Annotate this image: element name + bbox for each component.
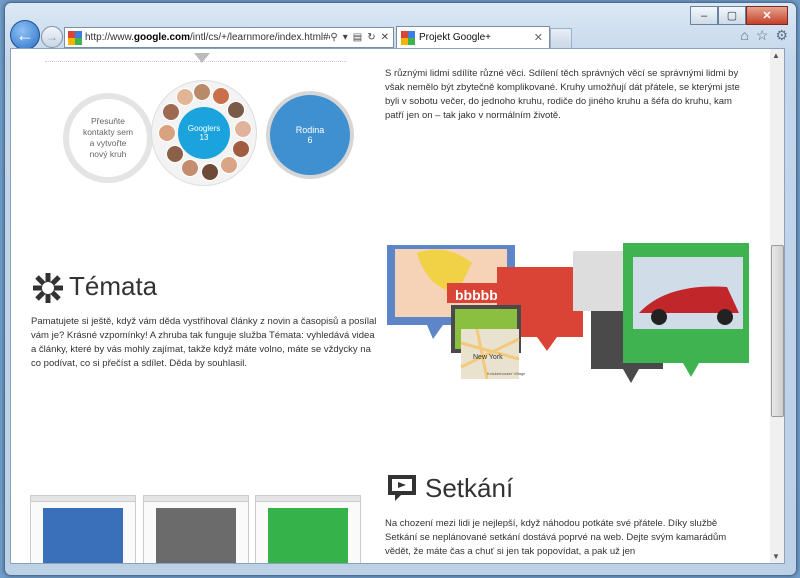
- hangout-icon: [388, 475, 416, 501]
- caption-buttons: – ▢ ✕: [690, 6, 788, 25]
- avatar: [166, 145, 184, 163]
- forward-icon: →: [46, 30, 58, 44]
- sparks-icon: [33, 273, 63, 303]
- tab-close-icon[interactable]: ✕: [534, 31, 543, 44]
- setkani-title: Setkání: [425, 473, 514, 503]
- tab-projekt-google-plus[interactable]: Projekt Google+ ✕: [396, 26, 550, 48]
- circle-name: Rodina: [295, 125, 325, 135]
- avatar: [234, 120, 252, 138]
- arrow-down-icon: [194, 53, 210, 63]
- forward-button[interactable]: →: [41, 26, 63, 48]
- page-viewport: Přesuňte kontakty sem a vytvořte nový kr…: [10, 48, 772, 564]
- rodina-circle[interactable]: Rodina 6: [266, 91, 354, 179]
- tab-title: Projekt Google+: [419, 32, 491, 43]
- avatar: [232, 140, 250, 158]
- avatar: [227, 101, 245, 119]
- favorites-icon[interactable]: ☆: [756, 27, 769, 44]
- refresh-icon[interactable]: ↻: [367, 32, 375, 43]
- address-url[interactable]: http://www.google.com/intl/cs/+/learnmor…: [85, 32, 330, 43]
- avatar: [158, 124, 176, 142]
- home-icon[interactable]: ⌂: [740, 27, 748, 44]
- new-tab-button[interactable]: [550, 28, 572, 48]
- thumbnail-toolbar: [144, 496, 248, 502]
- address-tools: ⚲ ▾ ▤ ↻ ✕: [330, 32, 393, 43]
- vertical-scrollbar[interactable]: ▲ ▼: [770, 48, 785, 564]
- comic-text: bbbbb: [455, 287, 498, 303]
- avatar: [201, 163, 219, 181]
- avatar: [176, 88, 194, 106]
- new-circle-label: Přesuňte kontakty sem a vytvořte nový kr…: [82, 116, 134, 159]
- hangout-video-thumbnail[interactable]: [143, 495, 249, 563]
- gear-icon[interactable]: ⚙: [775, 27, 788, 44]
- hangout-video-thumbnail[interactable]: [255, 495, 361, 563]
- video-person-image: [268, 508, 348, 563]
- google-favicon-icon: [401, 30, 415, 45]
- avatar: [220, 156, 238, 174]
- circle-name: Googlers: [187, 124, 221, 133]
- stop-icon[interactable]: ✕: [381, 32, 389, 43]
- sparks-collage: bbbbb New York Knickerbocker Village: [387, 243, 749, 383]
- avatar: [162, 103, 180, 121]
- hangout-video-thumbnail[interactable]: [30, 495, 136, 563]
- maximize-button[interactable]: ▢: [718, 6, 746, 25]
- map-small-label: Knickerbocker Village: [487, 371, 526, 376]
- temata-description: Pamatujete si ještě, když vám děda vystř…: [31, 316, 377, 369]
- address-bar[interactable]: http://www.google.com/intl/cs/+/learnmor…: [64, 27, 394, 48]
- thumbnail-toolbar: [31, 496, 135, 502]
- search-icon[interactable]: ⚲: [330, 32, 337, 43]
- map-label: New York: [473, 354, 503, 361]
- new-circle-dropzone[interactable]: Přesuňte kontakty sem a vytvořte nový kr…: [63, 93, 153, 183]
- temata-title: Témata: [69, 271, 158, 301]
- google-favicon-icon: [68, 30, 82, 45]
- toolbar-icons: ⌂ ☆ ⚙: [740, 27, 788, 44]
- avatar: [193, 83, 211, 101]
- close-window-button[interactable]: ✕: [746, 6, 788, 25]
- video-person-image: [156, 508, 236, 563]
- circle-count: 13: [199, 133, 209, 142]
- minimize-button[interactable]: –: [690, 6, 718, 25]
- scroll-up-icon[interactable]: ▲: [772, 51, 780, 60]
- setkani-description: Na chození mezi lidi je nejlepší, když n…: [385, 518, 727, 557]
- back-button[interactable]: ←: [10, 20, 40, 50]
- video-person-image: [43, 508, 123, 563]
- thumbnail-toolbar: [256, 496, 360, 502]
- googlers-circle[interactable]: Googlers 13: [178, 107, 230, 159]
- dropdown-icon[interactable]: ▾: [343, 32, 348, 43]
- scroll-down-icon[interactable]: ▼: [772, 552, 780, 561]
- back-icon: ←: [16, 24, 34, 45]
- circle-count: 6: [307, 135, 313, 145]
- scrollbar-thumb[interactable]: [771, 245, 784, 417]
- avatar: [181, 159, 199, 177]
- circles-description: S různými lidmi sdílíte různé věci. Sdíl…: [385, 68, 740, 121]
- avatar: [212, 87, 230, 105]
- compatibility-icon[interactable]: ▤: [353, 32, 362, 43]
